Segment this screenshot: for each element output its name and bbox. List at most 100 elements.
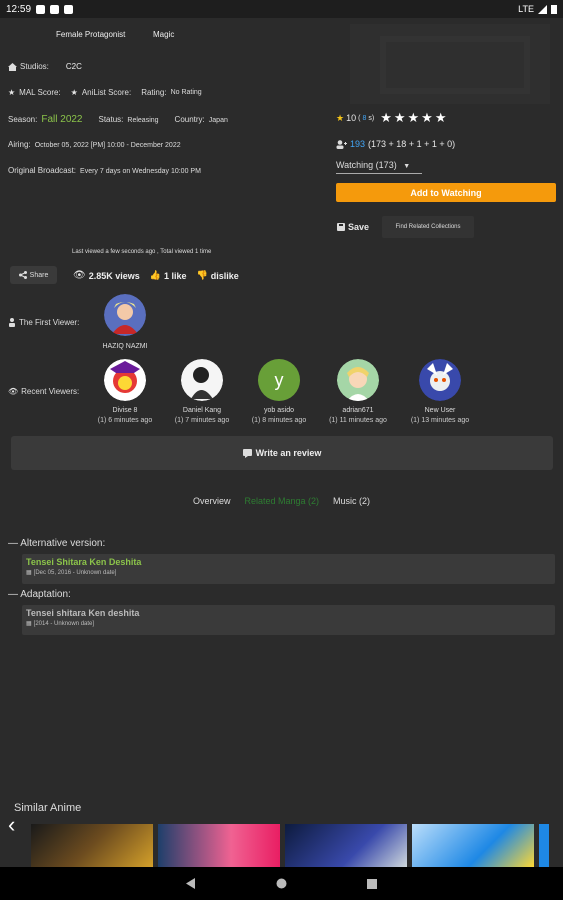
anilist-score-label: AniList Score:	[81, 88, 132, 97]
similar-anime-thumb[interactable]	[285, 824, 407, 867]
last-viewed-text: Last viewed a few seconds ago , Total vi…	[72, 249, 212, 255]
views-count: 2.85K views	[88, 270, 140, 281]
score-value: 10	[346, 113, 357, 123]
alternative-version-date: ▦ [Dec 05, 2016 - Unknown date]	[26, 569, 117, 577]
share-label: Share	[29, 271, 49, 279]
viewer-time: (1) 7 minutes ago	[174, 417, 230, 424]
viewer-name[interactable]: Divise 8	[85, 407, 165, 414]
watching-select-label: Watching (173)	[336, 160, 397, 170]
find-related-collections-button[interactable]: Find Related Collections	[382, 216, 474, 238]
tag-female-protagonist[interactable]: Female Protagonist	[56, 30, 125, 39]
score-suffix: s)	[368, 114, 375, 122]
tab-related-manga[interactable]: Related Manga (2)	[244, 496, 319, 506]
studios-value[interactable]: C2C	[66, 62, 82, 71]
broadcast-value: Every 7 days on Wednesday 10:00 PM	[80, 168, 201, 175]
viewer-name[interactable]: New User	[400, 407, 480, 414]
recents-icon[interactable]	[367, 878, 377, 889]
tag-magic[interactable]: Magic	[153, 30, 174, 39]
adaptation-card[interactable]: Tensei shitara Ken deshita ▦ [2014 - Unkn…	[22, 605, 555, 635]
adaptation-title[interactable]: Tensei shitara Ken deshita	[26, 608, 551, 618]
share-icon	[18, 271, 27, 279]
user-score: ★ 10 (8 s) ★ ★ ★ ★ ★	[336, 110, 446, 126]
alternative-version-title[interactable]: Tensei Shitara Ken Deshita	[26, 557, 551, 567]
status-time: 12:59	[6, 3, 32, 15]
star-2-icon[interactable]: ★	[394, 110, 406, 126]
save-icon	[337, 223, 345, 231]
rating-value: No Rating	[170, 89, 202, 96]
first-viewer-name[interactable]: HAZIQ NAZMI	[85, 343, 165, 350]
network-label: LTE	[518, 4, 534, 14]
score-star-icon: ★	[336, 112, 345, 123]
person-icon	[9, 318, 15, 327]
adaptation-date: ▦ [2014 - Unknown date]	[26, 620, 95, 628]
viewer-time: (1) 13 minutes ago	[410, 417, 470, 424]
star-4-icon[interactable]: ★	[421, 110, 433, 126]
home-nav-icon[interactable]	[276, 878, 287, 889]
watching-select[interactable]: Watching (173) ▼	[336, 160, 422, 174]
calendar-icon: ▦	[26, 621, 32, 627]
viewer-time: (1) 6 minutes ago	[97, 417, 153, 424]
alternative-version-label: Alternative version:	[20, 538, 106, 549]
star-icon: ★	[8, 88, 16, 97]
share-button[interactable]: Share	[10, 266, 57, 284]
likes-count: 1 like	[163, 270, 187, 281]
season-label: Season:	[8, 115, 38, 124]
season-row: Season: Fall 2022 Status: Releasing Coun…	[8, 114, 228, 125]
first-viewer-row: The First Viewer:	[8, 318, 79, 327]
viewer-avatar[interactable]	[419, 359, 461, 401]
viewer-name[interactable]: adrian671	[318, 407, 398, 414]
similar-anime-thumb[interactable]	[31, 824, 153, 867]
adaptation-label: Adaptation:	[20, 589, 71, 600]
signal-icon	[538, 4, 547, 14]
star-3-icon[interactable]: ★	[408, 110, 420, 126]
dislike-button[interactable]: 👎 dislike	[197, 270, 239, 281]
home-icon	[8, 62, 17, 71]
mal-score-label: MAL Score:	[19, 88, 61, 97]
viewer-avatar[interactable]	[104, 359, 146, 401]
viewer-avatar[interactable]	[181, 359, 223, 401]
first-viewer-avatar[interactable]	[104, 294, 146, 336]
adaptation-heading: — Adaptation:	[8, 589, 71, 600]
star-1-icon[interactable]: ★	[380, 110, 392, 126]
broadcast-label: Original Broadcast:	[8, 166, 77, 175]
save-button[interactable]: Save	[337, 222, 369, 232]
notification-icon	[36, 4, 46, 14]
score-count[interactable]: 8	[362, 115, 366, 122]
add-to-watching-button[interactable]: Add to Watching	[336, 183, 556, 202]
viewer-avatar[interactable]: y	[258, 359, 300, 401]
chevron-left-icon[interactable]: ‹	[8, 812, 15, 838]
viewer-time: (1) 8 minutes ago	[251, 417, 307, 424]
stats-row: 👁 2.85K views 👍 1 like 👎 dislike	[73, 270, 239, 281]
airing-row: Airing: October 05, 2022 [PM] 10:00 - De…	[8, 140, 181, 149]
tab-music[interactable]: Music (2)	[333, 496, 370, 506]
calendar-icon: ▦	[26, 570, 32, 576]
star-5-icon[interactable]: ★	[435, 110, 447, 126]
airing-value: October 05, 2022 [PM] 10:00 - December 2…	[34, 142, 181, 149]
views-stat: 👁 2.85K views	[73, 270, 140, 281]
viewer-name[interactable]: yob asido	[239, 407, 319, 414]
like-button[interactable]: 👍 1 like	[150, 270, 187, 281]
rating-stars[interactable]: ★ ★ ★ ★ ★	[380, 110, 446, 126]
write-review-label: Write an review	[255, 448, 322, 458]
app-icon	[50, 4, 60, 14]
viewer-name[interactable]: Daniel Kang	[162, 407, 242, 414]
members-count[interactable]: 193	[350, 139, 365, 149]
dislike-label: dislike	[210, 270, 239, 281]
similar-anime-thumb[interactable]	[539, 824, 549, 867]
country-label: Country:	[174, 115, 205, 124]
tab-overview[interactable]: Overview	[193, 496, 231, 506]
broadcast-row: Original Broadcast: Every 7 days on Wedn…	[8, 166, 201, 175]
similar-anime-thumb[interactable]	[158, 824, 280, 867]
alternative-version-heading: — Alternative version:	[8, 538, 105, 549]
eye-icon-2: 👁	[8, 387, 19, 396]
similar-anime-thumb[interactable]	[412, 824, 534, 867]
studios-label: Studios:	[20, 62, 49, 71]
season-value[interactable]: Fall 2022	[41, 114, 82, 125]
back-icon[interactable]	[186, 878, 196, 889]
status-bar: 12:59 LTE	[0, 0, 563, 18]
viewer-avatar[interactable]	[337, 359, 379, 401]
save-label: Save	[348, 222, 370, 232]
alternative-version-card[interactable]: Tensei Shitara Ken Deshita ▦ [Dec 05, 201…	[22, 554, 555, 584]
write-review-button[interactable]: Write an review	[11, 436, 553, 470]
dash-icon: —	[8, 589, 21, 600]
